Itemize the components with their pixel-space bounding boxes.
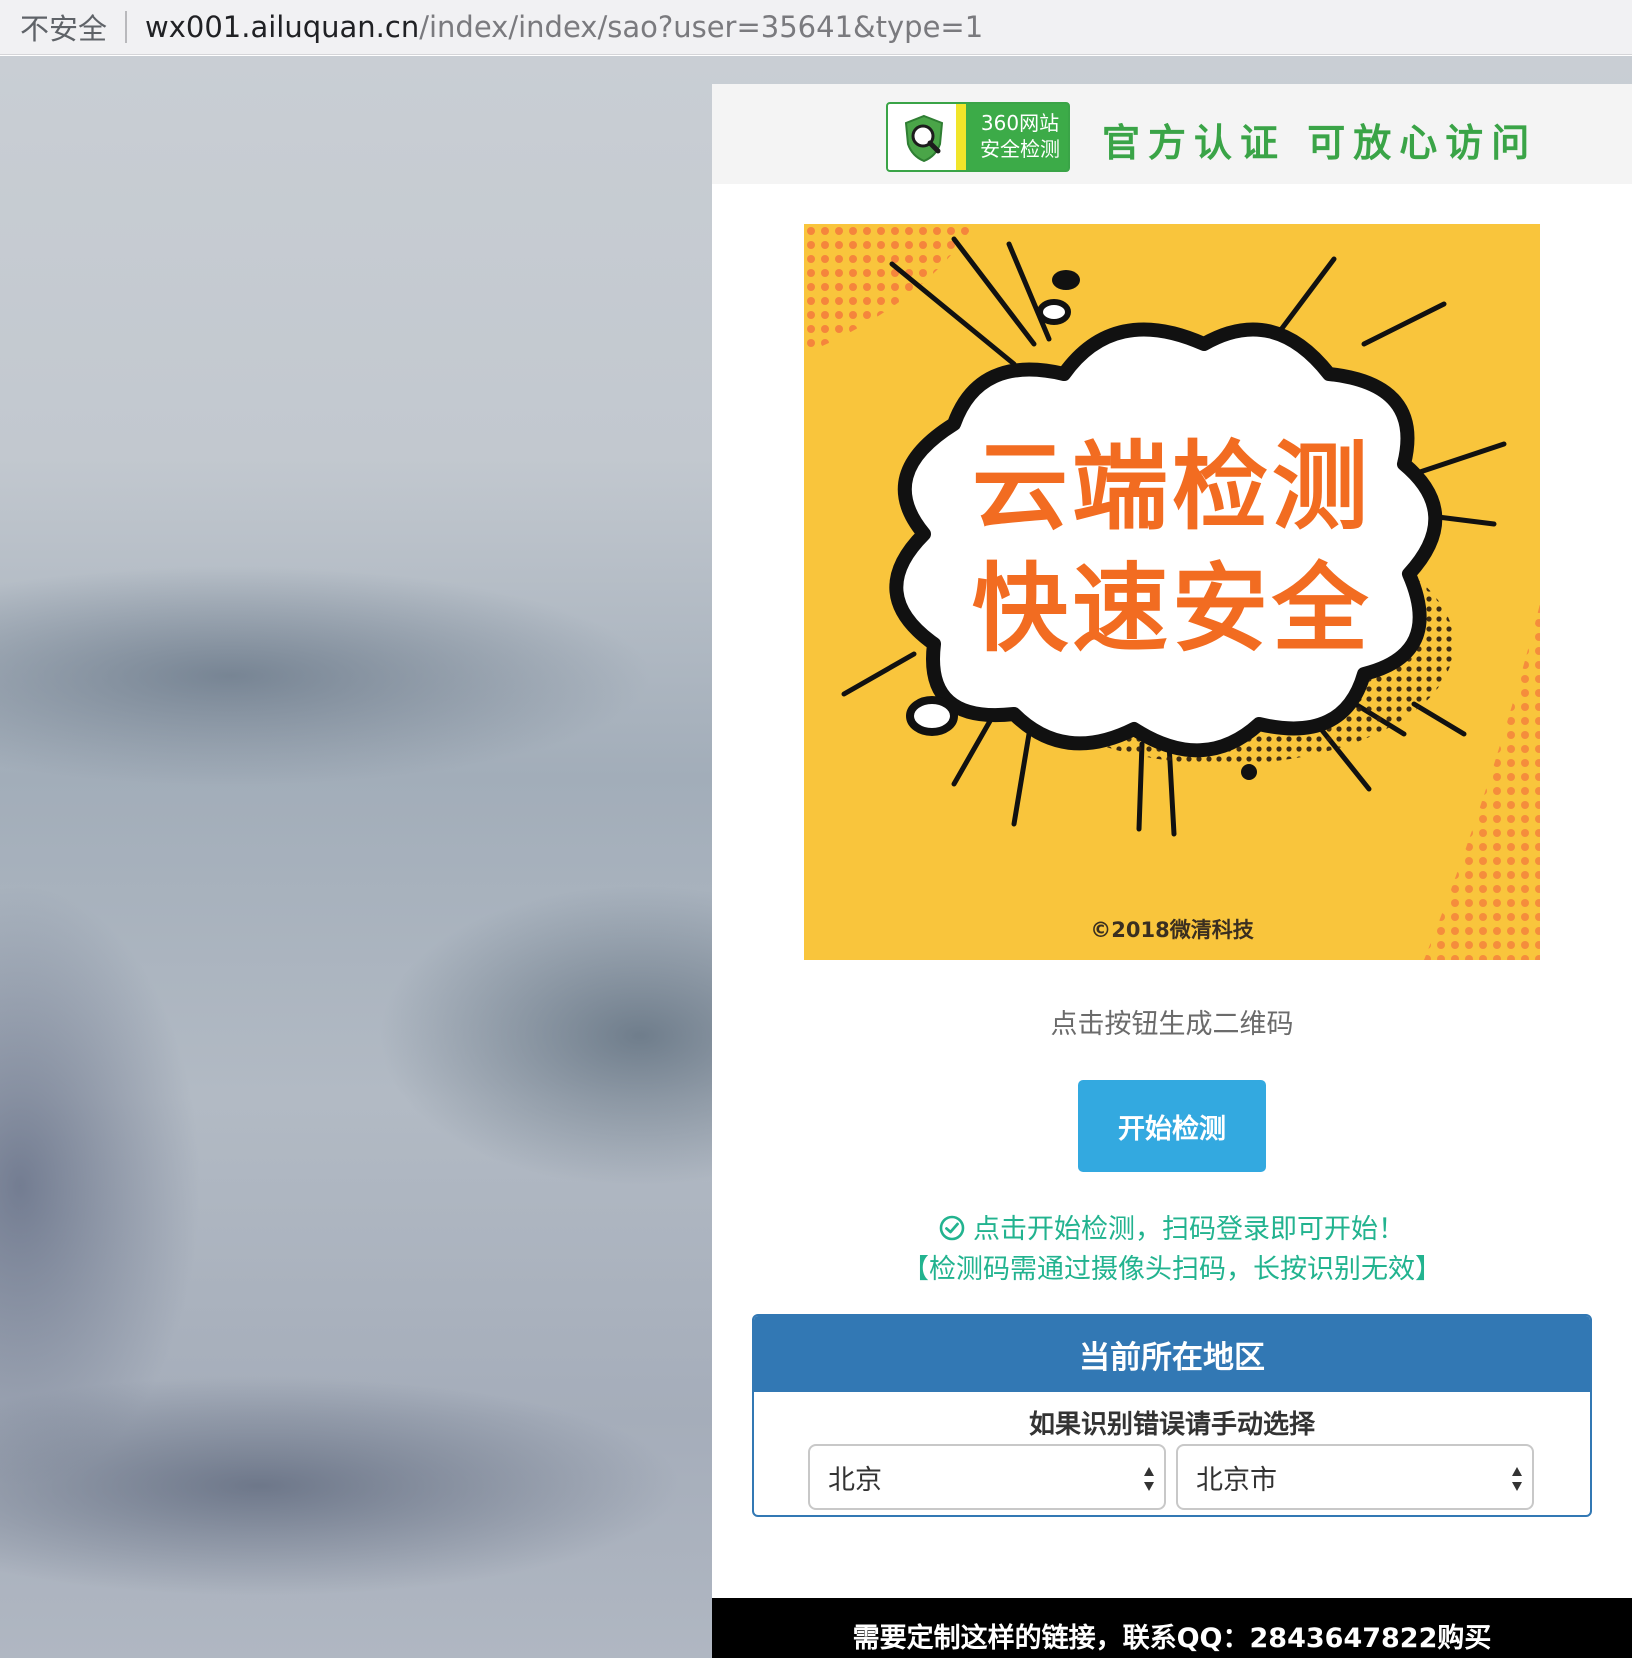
- select-arrows-icon: [1512, 1467, 1522, 1491]
- badge-line1: 360网站: [980, 111, 1060, 135]
- qr-hint-text: 点击按钮生成二维码: [1050, 1009, 1294, 1040]
- check-circle-icon: [939, 1215, 965, 1241]
- url-host[interactable]: wx001.ailuquan.cn: [145, 10, 419, 44]
- select-arrows-icon: [1144, 1467, 1154, 1491]
- region-box: 当前所在地区 如果识别错误请手动选择 北京 北京市: [752, 1314, 1592, 1517]
- hero-copyright: ©2018微清科技: [1090, 918, 1254, 942]
- url-path[interactable]: /index/index/sao?user=35641&type=1: [419, 10, 983, 44]
- panel-header: 360网站 安全检测 官方认证 可放心访问: [712, 84, 1632, 184]
- badge-text: 360网站 安全检测: [972, 110, 1068, 162]
- footer-contact: 需要定制这样的链接，联系QQ：2843647822购买: [712, 1598, 1632, 1658]
- address-bar[interactable]: 不安全 wx001.ailuquan.cn/index/index/sao?us…: [0, 0, 1632, 55]
- province-value: 北京: [828, 1464, 882, 1496]
- hero-headline-2: 快速安全: [972, 553, 1372, 665]
- notice-line1: 点击开始检测，扫码登录即可开始！: [973, 1214, 1405, 1245]
- notice-line2: 【检测码需通过摄像头扫码，长按识别无效】: [902, 1254, 1442, 1285]
- city-value: 北京市: [1196, 1464, 1277, 1496]
- badge-line2: 安全检测: [980, 137, 1060, 161]
- city-select[interactable]: 北京市: [1176, 1444, 1534, 1510]
- security-indicator[interactable]: 不安全: [20, 6, 107, 48]
- hero-banner: 云端检测 快速安全 ©2018微清科技: [804, 224, 1540, 960]
- hero-headline-1: 云端检测: [972, 431, 1372, 543]
- detection-panel: 360网站 安全检测 官方认证 可放心访问 云端检测 快速安全 ©2018微清科…: [712, 84, 1632, 1658]
- region-subtitle: 如果识别错误请手动选择: [1028, 1410, 1315, 1440]
- address-divider: [125, 11, 128, 43]
- province-select[interactable]: 北京: [808, 1444, 1166, 1510]
- header-slogan: 官方认证 可放心访问: [1102, 121, 1538, 165]
- start-detection-button[interactable]: 开始检测: [1078, 1080, 1266, 1172]
- region-title: 当前所在地区: [754, 1316, 1590, 1392]
- shield-magnifier-icon: [904, 114, 944, 162]
- notice-line1-row: 点击开始检测，扫码登录即可开始！: [712, 1210, 1632, 1250]
- scan-notice: 点击开始检测，扫码登录即可开始！ 【检测码需通过摄像头扫码，长按识别无效】: [712, 1210, 1632, 1290]
- security-badge: 360网站 安全检测: [886, 102, 1070, 172]
